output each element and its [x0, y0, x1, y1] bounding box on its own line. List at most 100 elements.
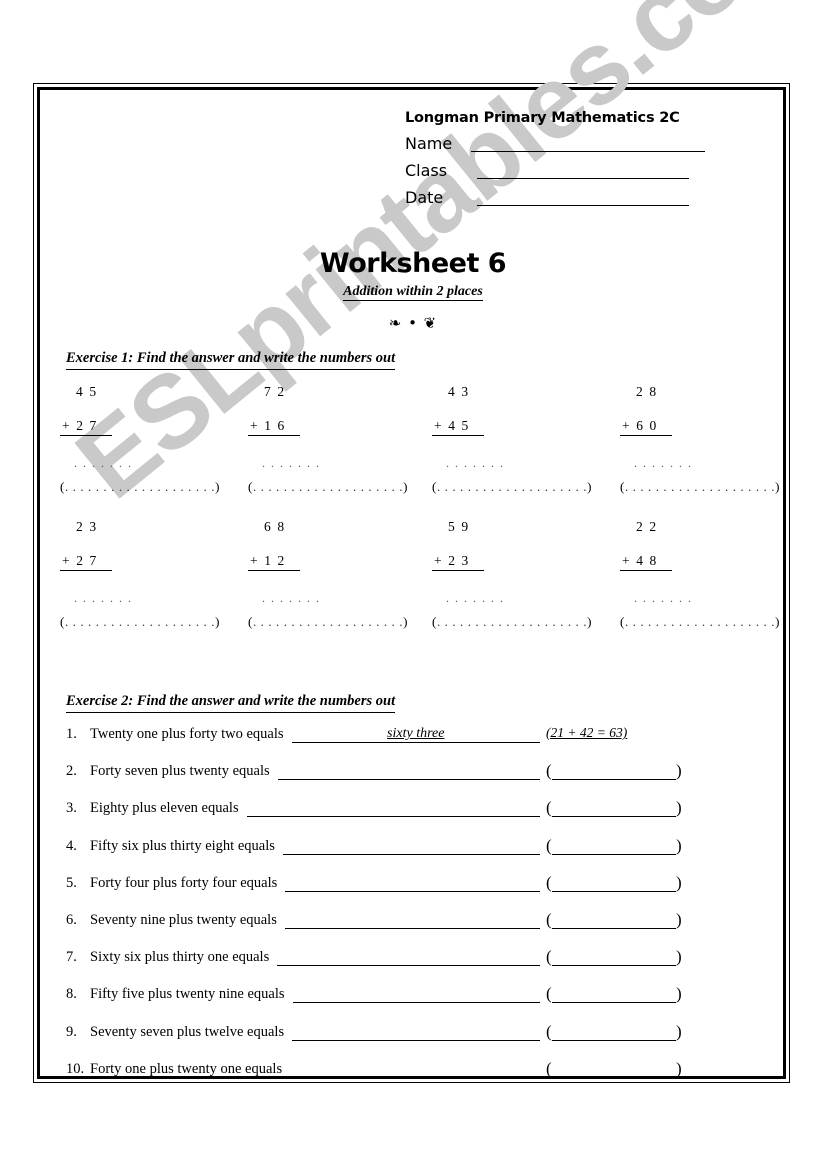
word-problem-row: 7. Sixty six plus thirty one equals ()	[0, 947, 826, 986]
sum-addend-top: 4 3	[448, 384, 470, 399]
name-field-input[interactable]	[471, 136, 705, 152]
sum-answer-blank[interactable]: . . . . . . .	[60, 457, 250, 469]
worksheet-title: Worksheet 6	[319, 248, 507, 279]
sum-addend-top: 2 2	[636, 519, 658, 534]
date-field-input[interactable]	[477, 190, 689, 206]
close-paren: )	[676, 872, 682, 892]
word-problem-number: 5.	[66, 874, 77, 891]
word-problem-answer-value: sixty three	[387, 726, 445, 741]
close-paren: )	[676, 947, 682, 967]
vertical-sum-problem: 7 2 + 1 6 . . . . . . . (. . . . . . . . . …	[248, 385, 438, 493]
word-problem-text: Forty one plus twenty one equals	[90, 1060, 283, 1077]
open-paren: (	[546, 835, 552, 855]
open-paren: (	[546, 1058, 552, 1078]
sum-answer-blank[interactable]: . . . . . . .	[432, 457, 622, 469]
worksheet-subtitle-wrap: Addition within 2 places	[0, 282, 826, 301]
sum-answer-blank[interactable]: . . . . . . .	[248, 457, 438, 469]
class-field-row: Class	[405, 163, 705, 179]
word-problem-text: Sixty six plus thirty one equals	[90, 949, 270, 966]
close-paren: )	[676, 984, 682, 1004]
word-problem-row: 6. Seventy nine plus twenty equals ()	[0, 909, 826, 949]
sum-answer-blank[interactable]: . . . . . . .	[620, 592, 810, 604]
working-blank-rule[interactable]	[552, 1001, 676, 1004]
word-problem-text: Twenty one plus forty two equals	[90, 726, 284, 742]
word-problem-answer-input[interactable]	[284, 927, 540, 929]
word-problem-answer-input[interactable]	[277, 964, 540, 967]
open-paren: (	[546, 872, 552, 892]
working-blank-rule[interactable]	[552, 815, 676, 818]
class-field-input[interactable]	[477, 163, 689, 179]
word-problem-answer-input[interactable]	[277, 778, 540, 781]
sum-addend-bottom: + 6 0	[620, 418, 672, 436]
word-problem-number: 2.	[66, 763, 77, 780]
open-paren: (	[546, 984, 552, 1004]
close-paren: )	[676, 798, 682, 818]
sum-answer-blank[interactable]: . . . . . . .	[248, 592, 438, 604]
sum-addend-bottom: + 4 8	[620, 553, 672, 571]
word-problem-row: 4. Fifty six plus thirty eight equals ()	[0, 835, 826, 875]
word-problem-number: 9.	[66, 1023, 77, 1040]
sum-words-blank[interactable]: (. . . . . . . . . . . . . . . . . . . .…	[248, 615, 438, 628]
working-blank-rule[interactable]	[552, 927, 676, 929]
sum-words-blank[interactable]: (. . . . . . . . . . . . . . . . . . . .…	[248, 480, 438, 493]
sum-addend-top: 2 3	[76, 519, 98, 534]
word-problem-answer-input[interactable]	[292, 1039, 540, 1041]
sum-addend-bottom: + 2 7	[60, 553, 112, 571]
header-block: Longman Primary Mathematics 2C Name Clas…	[405, 110, 705, 217]
vertical-sum-problem: 2 2 + 4 8 . . . . . . . (. . . . . . . . . …	[620, 520, 810, 628]
sum-answer-blank[interactable]: . . . . . . .	[620, 457, 810, 469]
word-problem-row: 1. Twenty one plus forty two equals sixty …	[0, 725, 826, 763]
word-problem-row: 2. Forty seven plus twenty equals ()	[0, 761, 826, 800]
working-blank-rule[interactable]	[552, 853, 676, 855]
vertical-sum-problem: 4 5 + 2 7 . . . . . . . (. . . . . . . . . …	[60, 385, 250, 493]
close-paren: )	[676, 761, 682, 781]
sum-words-blank[interactable]: (. . . . . . . . . . . . . . . . . . . .…	[620, 615, 810, 628]
sum-words-blank[interactable]: (. . . . . . . . . . . . . . . . . . . .…	[60, 615, 250, 628]
word-problem-answer-input[interactable]	[285, 890, 540, 892]
working-blank-rule[interactable]	[552, 964, 676, 967]
word-problem-answer-input[interactable]	[290, 1076, 540, 1078]
close-paren: )	[676, 1058, 682, 1078]
book-title: Longman Primary Mathematics 2C	[405, 110, 680, 126]
open-paren: (	[546, 761, 552, 781]
vertical-sum-problem: 2 8 + 6 0 . . . . . . . (. . . . . . . . . …	[620, 385, 810, 493]
working-blank-rule[interactable]	[552, 1076, 676, 1078]
ornament-divider-icon: ❧ • ❦	[388, 314, 438, 332]
close-paren: )	[676, 1021, 682, 1041]
sum-addend-bottom: + 4 5	[432, 418, 484, 436]
sum-addend-bottom: + 1 6	[248, 418, 300, 436]
open-paren: (	[546, 1021, 552, 1041]
word-problem-text: Seventy nine plus twenty equals	[90, 911, 277, 928]
sum-words-blank[interactable]: (. . . . . . . . . . . . . . . . . . . .…	[620, 480, 810, 493]
word-problem-row: 8. Fifty five plus twenty nine equals ()	[0, 984, 826, 1023]
word-problem-number: 8.	[66, 986, 77, 1003]
date-field-label: Date	[405, 188, 444, 207]
word-problem-number: 3.	[66, 800, 77, 817]
word-problem-answer-input[interactable]	[282, 853, 540, 855]
working-blank-rule[interactable]	[552, 1039, 676, 1041]
word-problem-number: 7.	[66, 949, 77, 966]
exercise-1-grid: 4 5 + 2 7 . . . . . . . (. . . . . . . . . …	[0, 385, 826, 655]
open-paren: (	[546, 947, 552, 967]
word-problem-row: 10. Forty one plus twenty one equals ()	[0, 1058, 826, 1098]
word-problem-text: Eighty plus eleven equals	[90, 800, 239, 817]
sum-answer-blank[interactable]: . . . . . . .	[432, 592, 622, 604]
vertical-sum-problem: 6 8 + 1 2 . . . . . . . (. . . . . . . . . …	[248, 520, 438, 628]
vertical-sum-problem: 4 3 + 4 5 . . . . . . . (. . . . . . . . . …	[432, 385, 622, 493]
sum-words-blank[interactable]: (. . . . . . . . . . . . . . . . . . . .…	[60, 480, 250, 493]
word-problem-text: Forty seven plus twenty equals	[90, 763, 270, 780]
open-paren: (	[546, 909, 552, 929]
word-problem-text: Seventy seven plus twelve equals	[90, 1023, 285, 1040]
sum-words-blank[interactable]: (. . . . . . . . . . . . . . . . . . . .…	[432, 615, 622, 628]
working-blank-rule[interactable]	[552, 890, 676, 892]
date-field-row: Date	[405, 190, 705, 206]
close-paren: )	[676, 835, 682, 855]
sum-answer-blank[interactable]: . . . . . . .	[60, 592, 250, 604]
word-problem-answer-input[interactable]	[292, 1001, 540, 1004]
sum-addend-bottom: + 1 2	[248, 553, 300, 571]
worksheet-subtitle: Addition within 2 places	[343, 284, 483, 301]
working-blank-rule[interactable]	[552, 778, 676, 781]
sum-addend-top: 7 2	[264, 384, 286, 399]
word-problem-answer-input[interactable]	[246, 815, 540, 818]
sum-words-blank[interactable]: (. . . . . . . . . . . . . . . . . . . .…	[432, 480, 622, 493]
